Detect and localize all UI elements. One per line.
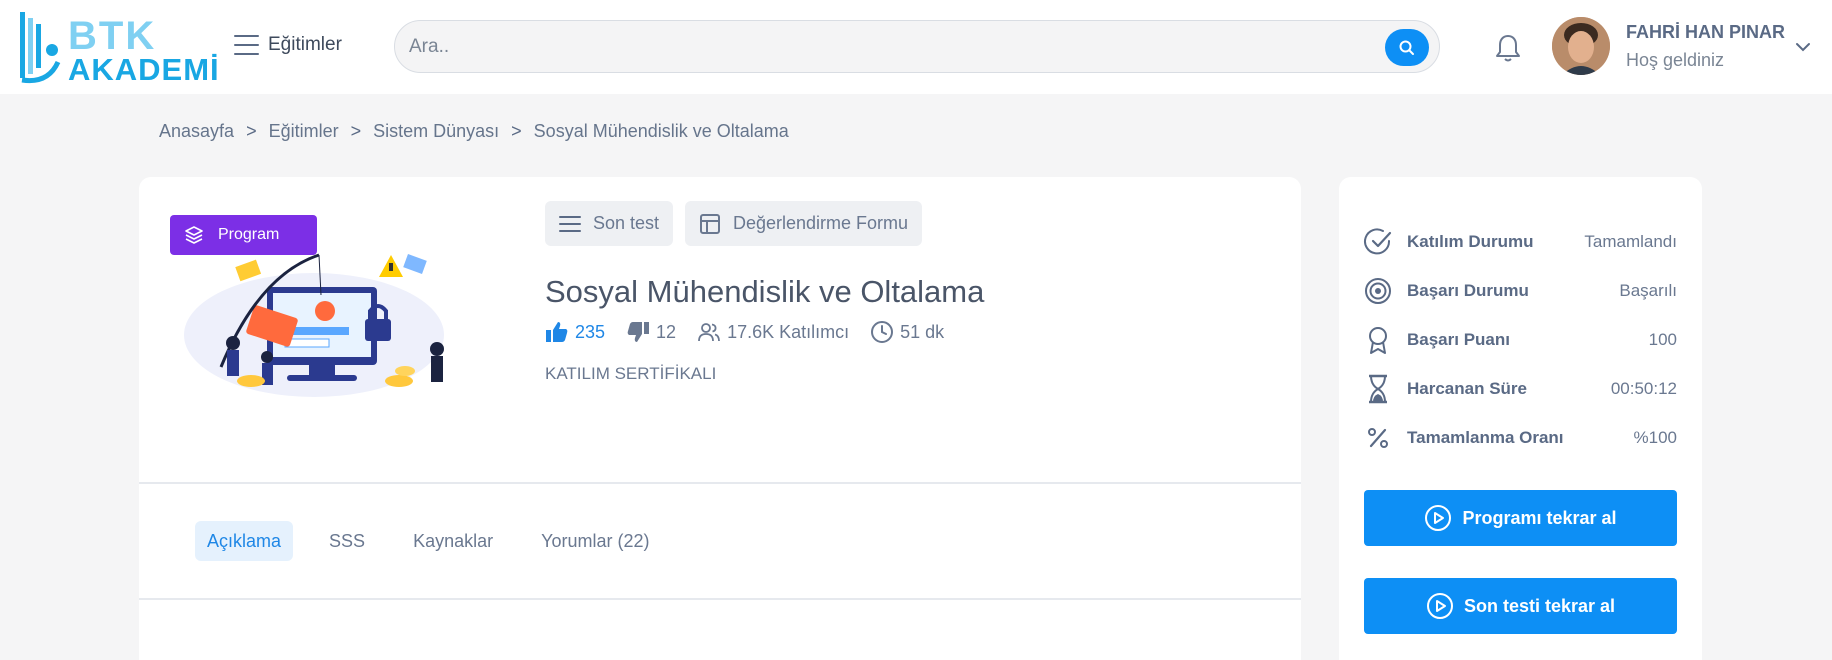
play-circle-icon bbox=[1426, 593, 1453, 619]
tab-faq[interactable]: SSS bbox=[317, 521, 377, 561]
status-row-time-spent: Harcanan Süre 00:50:12 bbox=[1363, 374, 1677, 404]
card-divider bbox=[139, 482, 1301, 484]
list-icon bbox=[559, 215, 581, 232]
percent-icon bbox=[1363, 423, 1393, 453]
status-row-completion-rate: Tamamlanma Oranı %100 bbox=[1363, 423, 1677, 453]
breadcrumb-trainings[interactable]: Eğitimler bbox=[269, 121, 339, 142]
status-label: Başarı Durumu bbox=[1407, 281, 1529, 300]
avatar-portrait-icon bbox=[1552, 17, 1610, 75]
notification-bell-icon[interactable] bbox=[1494, 33, 1522, 63]
retake-final-test-button[interactable]: Son testi tekrar al bbox=[1364, 578, 1677, 634]
thumbs-down-icon bbox=[627, 322, 650, 342]
breadcrumb-category[interactable]: Sistem Dünyası bbox=[373, 121, 499, 142]
status-value: 100 bbox=[1648, 330, 1677, 349]
duration-stat: 51 dk bbox=[870, 320, 944, 344]
dislikes-count: 12 bbox=[656, 321, 677, 342]
award-icon bbox=[1363, 325, 1393, 355]
logo-mark-icon bbox=[20, 12, 61, 84]
user-greeting: Hoş geldiniz bbox=[1626, 50, 1725, 70]
tab-comments[interactable]: Yorumlar (22) bbox=[529, 521, 661, 561]
check-circle-icon bbox=[1363, 227, 1393, 257]
program-badge-label: Program bbox=[218, 226, 280, 243]
program-badge: Program bbox=[170, 215, 317, 255]
tabs-divider bbox=[139, 598, 1301, 600]
user-name[interactable]: FAHRİ HAN PINAR bbox=[1626, 22, 1785, 43]
logo-text-top: BTK bbox=[68, 14, 157, 58]
retake-final-test-label: Son testi tekrar al bbox=[1463, 595, 1616, 616]
btk-akademi-logo[interactable]: BTK AKADEMİ bbox=[18, 10, 219, 86]
status-value: Başarılı bbox=[1619, 281, 1677, 300]
evaluation-form-button[interactable]: Değerlendirme Formu bbox=[685, 201, 923, 246]
certificate-label: KATILIM SERTİFİKALI bbox=[545, 364, 717, 383]
thumbs-up-icon bbox=[546, 322, 568, 342]
trainings-menu-label: Eğitimler bbox=[268, 34, 342, 55]
trainings-menu-button[interactable]: Eğitimler bbox=[234, 34, 342, 56]
status-value: %100 bbox=[1633, 428, 1677, 447]
layout-icon bbox=[700, 213, 720, 234]
evaluation-form-label: Değerlendirme Formu bbox=[733, 213, 909, 233]
clock-icon bbox=[871, 321, 894, 343]
breadcrumb: Anasayfa > Eğitimler > Sistem Dünyası > … bbox=[159, 121, 789, 142]
participants-stat: 17.6K Katılımcı bbox=[697, 321, 849, 343]
breadcrumb-separator: > bbox=[246, 121, 257, 141]
search-bar bbox=[394, 20, 1440, 73]
status-value: Tamamlandı bbox=[1584, 232, 1677, 251]
status-label: Harcanan Süre bbox=[1407, 379, 1527, 398]
users-icon bbox=[698, 323, 720, 342]
breadcrumb-separator: > bbox=[350, 121, 362, 141]
final-test-label: Son test bbox=[593, 213, 660, 233]
course-card: Program Son test Değerlendirme Formu Sos… bbox=[139, 177, 1301, 660]
retake-program-label: Programı tekrar al bbox=[1462, 507, 1617, 528]
progress-summary-card: Katılım Durumu Tamamlandı Başarı Durumu … bbox=[1339, 177, 1702, 660]
tab-resources[interactable]: Kaynaklar bbox=[401, 521, 505, 561]
final-test-button[interactable]: Son test bbox=[545, 201, 674, 246]
retake-program-button[interactable]: Programı tekrar al bbox=[1364, 490, 1677, 546]
layers-icon bbox=[185, 226, 203, 244]
duration-value: 51 dk bbox=[900, 321, 945, 342]
tab-description[interactable]: Açıklama bbox=[195, 521, 294, 561]
hourglass-icon bbox=[1363, 374, 1393, 404]
status-row-score: Başarı Puanı 100 bbox=[1363, 325, 1677, 355]
user-avatar[interactable] bbox=[1552, 17, 1610, 75]
course-tabs: Açıklama SSS Kaynaklar Yorumlar (22) bbox=[195, 521, 686, 561]
play-circle-icon bbox=[1425, 505, 1452, 531]
top-header: BTK AKADEMİ Eğitimler FAHRİ HAN PINAR Ho… bbox=[0, 0, 1832, 94]
search-input[interactable] bbox=[409, 31, 1369, 63]
status-row-success: Başarı Durumu Başarılı bbox=[1363, 276, 1677, 306]
status-label: Katılım Durumu bbox=[1407, 232, 1534, 251]
course-title: Sosyal Mühendislik ve Oltalama bbox=[545, 274, 985, 309]
hamburger-icon bbox=[234, 35, 259, 55]
breadcrumb-home[interactable]: Anasayfa bbox=[159, 121, 234, 142]
participants-count: 17.6K Katılımcı bbox=[727, 321, 850, 342]
search-icon bbox=[1399, 40, 1414, 55]
status-row-participation: Katılım Durumu Tamamlandı bbox=[1363, 227, 1677, 257]
chevron-down-icon[interactable] bbox=[1794, 38, 1812, 56]
breadcrumb-separator: > bbox=[511, 121, 522, 141]
search-button[interactable] bbox=[1385, 29, 1429, 66]
dislike-button[interactable]: 12 bbox=[626, 321, 676, 343]
likes-count: 235 bbox=[575, 321, 606, 342]
status-value: 00:50:12 bbox=[1610, 379, 1677, 398]
status-label: Başarı Puanı bbox=[1407, 330, 1510, 349]
course-stats: 235 12 17.6K Katılımcı 51 dk bbox=[545, 320, 965, 344]
logo-text-bottom: AKADEMİ bbox=[68, 52, 220, 87]
target-icon bbox=[1363, 276, 1393, 306]
breadcrumb-current: Sosyal Mühendislik ve Oltalama bbox=[533, 121, 789, 141]
like-button[interactable]: 235 bbox=[545, 321, 605, 343]
status-label: Tamamlanma Oranı bbox=[1407, 428, 1564, 447]
